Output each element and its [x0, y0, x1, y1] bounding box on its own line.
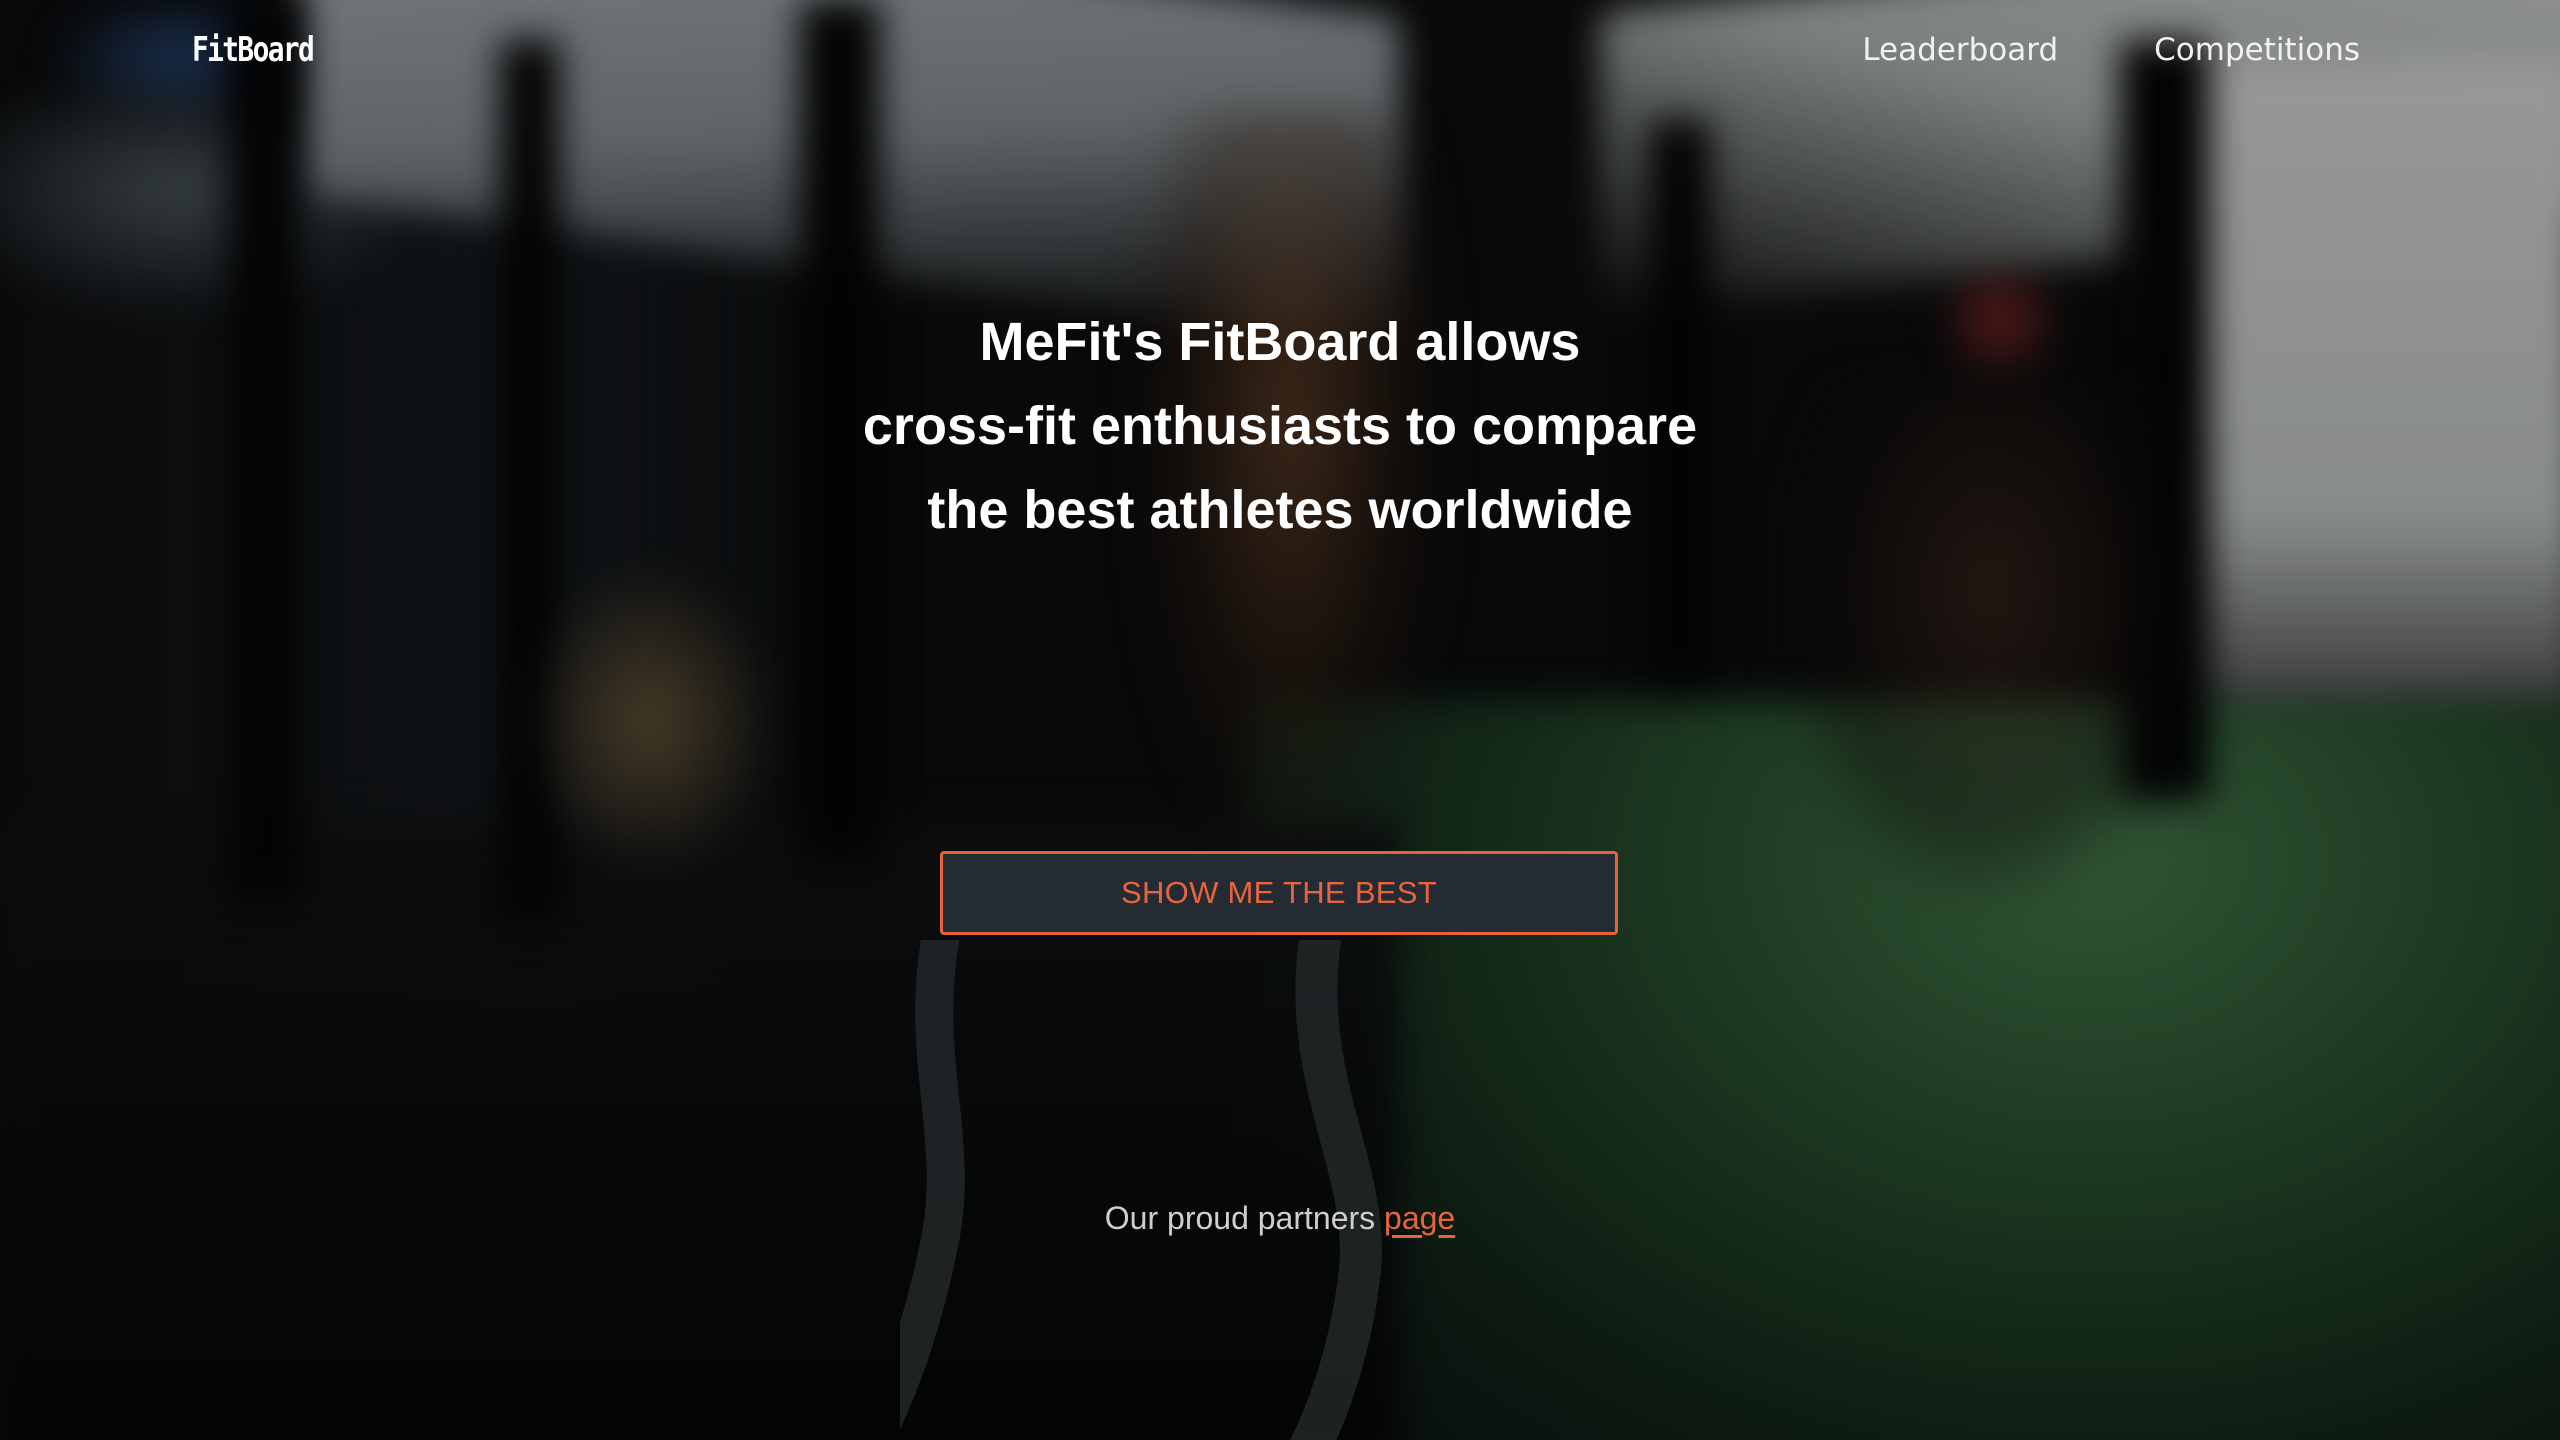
hero-line: MeFit's FitBoard allows	[979, 312, 1581, 372]
nav-leaderboard[interactable]: Leaderboard	[1862, 32, 2058, 68]
partners-label: Our proud partners	[1104, 1200, 1385, 1236]
hero-heading: MeFit's FitBoard allows cross-fit enthus…	[0, 300, 2560, 552]
partners-page-link[interactable]: page	[1384, 1200, 1455, 1236]
nav-competitions[interactable]: Competitions	[2154, 32, 2360, 68]
partners-text: Our proud partners page	[0, 1200, 2560, 1237]
fitboard-logo[interactable]: FitBoard	[192, 30, 315, 70]
hero-line: cross-fit enthusiasts to compare	[862, 396, 1698, 456]
hero-line: the best athletes worldwide	[927, 480, 1633, 540]
top-nav: Leaderboard Competitions	[1862, 32, 2360, 68]
show-me-the-best-button[interactable]: SHOW ME THE BEST	[940, 851, 1618, 935]
